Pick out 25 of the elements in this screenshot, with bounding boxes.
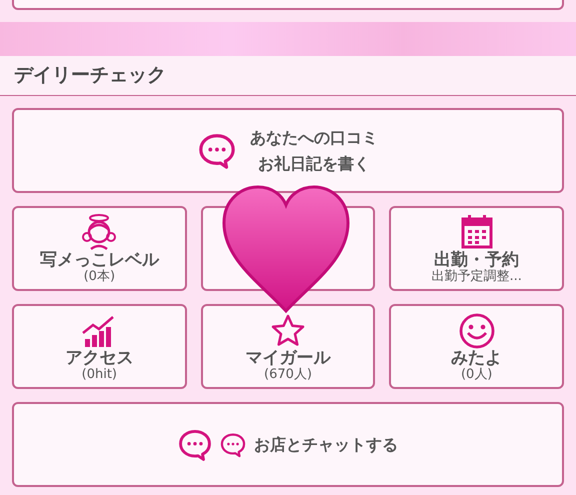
tile-label: マイガール	[245, 349, 330, 368]
tile-subtext: 出勤予定調整...	[431, 270, 522, 284]
tile-label: みたよ	[451, 349, 502, 368]
tile-subtext: (670人)	[264, 368, 312, 382]
menu-tile[interactable]: アクセス (0hit)	[12, 304, 187, 389]
chat-bubble-icon	[178, 428, 212, 462]
tile-label: 出勤・予約	[434, 251, 520, 270]
tile-subtext: (0本)	[84, 270, 116, 284]
chat-bubble-icon	[198, 132, 236, 170]
tile-label: 写メっこレベル	[40, 251, 159, 270]
button-label: あなたへの口コミ	[250, 126, 378, 149]
menu-tile[interactable]: 出勤・予約 出勤予定調整...	[389, 206, 564, 291]
tile-label: アクセス	[65, 349, 134, 368]
tile-subtext: (0hit)	[82, 368, 118, 382]
review-button[interactable]: あなたへの口コミ お礼日記を書く	[12, 108, 564, 193]
smiley-icon	[456, 311, 497, 349]
menu-tile[interactable]: マイガール (670人)	[200, 304, 376, 389]
button-label: お店とチャットする	[254, 434, 398, 456]
tile-subtext: (0人)	[460, 368, 492, 382]
section-title: デイリーチェック	[14, 63, 166, 88]
menu-tile[interactable]: みたよ (0人)	[389, 304, 564, 389]
chat-bubble-icon	[220, 432, 246, 458]
menu-tile[interactable]: 写メっこレベル (0本)	[12, 206, 187, 291]
chat-button[interactable]: お店とチャットする	[12, 402, 564, 487]
button-label: お礼日記を書く	[258, 152, 370, 174]
